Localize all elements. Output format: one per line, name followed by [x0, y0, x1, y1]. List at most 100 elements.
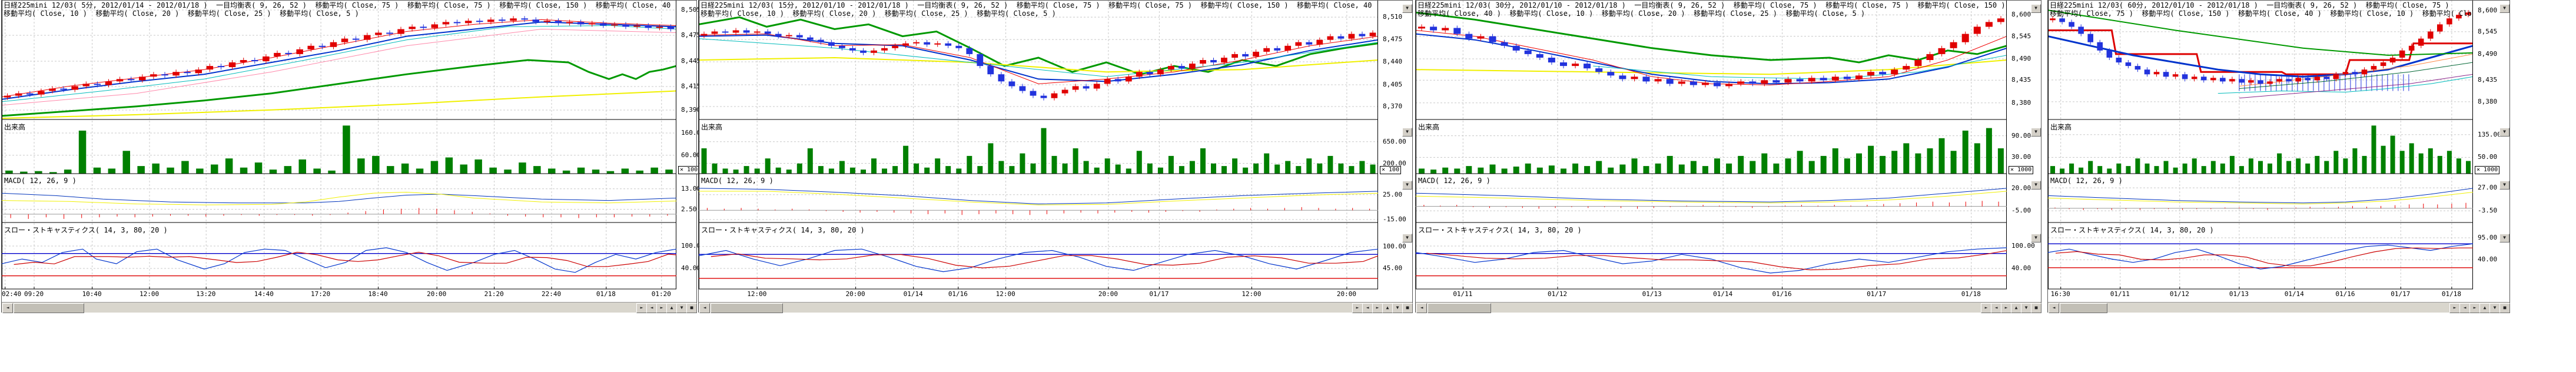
h-scrollbar[interactable]: ◄►◄►▲▼■ — [2, 302, 696, 313]
volume-pane-label: 出来高 — [2050, 122, 2072, 132]
pane-dropdown-button[interactable]: ▼ — [2499, 4, 2509, 13]
chart-tool-button[interactable]: ▲ — [666, 303, 677, 313]
scroll-left-button[interactable]: ◄ — [1416, 303, 1427, 313]
pane-dropdown-button[interactable]: ▼ — [1402, 4, 1412, 13]
time-axis-label: 12:00 — [996, 290, 1015, 298]
chart-canvas — [2048, 1, 2473, 290]
pane-dropdown-button[interactable]: ▼ — [1402, 181, 1412, 190]
time-axis-label: 10:40 — [82, 290, 102, 298]
macd-pane-label: MACD( 12, 26, 9 ) — [4, 177, 77, 185]
h-scrollbar[interactable]: ◄►◄►▲▼■ — [2048, 302, 2509, 313]
scroll-right-button[interactable]: ► — [2449, 303, 2460, 313]
chart-tool-button[interactable]: ▲ — [1382, 303, 1393, 313]
price-axis-label: 8,490 — [2478, 51, 2497, 58]
stoch-axis-label: 100.00 — [1383, 243, 1406, 250]
price-axis-label: 8,545 — [2478, 28, 2497, 35]
time-axis-label: 12:00 — [140, 290, 159, 298]
chart-tool-button[interactable]: ► — [656, 303, 667, 313]
chart-tool-button[interactable]: ► — [2001, 303, 2011, 313]
price-axis-label: 8,405 — [1383, 81, 1402, 88]
volume-axis-label: 50.00 — [2478, 154, 2497, 161]
macd-axis-label: 27.00 — [2478, 184, 2497, 191]
chart-window-15min: 12:0020:0001/1401/1612:0020:0001/1712:00… — [698, 0, 1413, 313]
time-axis-label: 01/18 — [2442, 290, 2461, 298]
time-axis-label: 01:20 — [652, 290, 671, 298]
time-axis-label: 01/12 — [2170, 290, 2189, 298]
scroll-right-button[interactable]: ► — [1981, 303, 1991, 313]
time-axis-label: 22:40 — [542, 290, 561, 298]
macd-axis-label: 2.50 — [681, 206, 697, 213]
stoch-pane-label: スロー・ストキャスティクス( 14, 3, 80, 20 ) — [1418, 225, 1582, 235]
stoch-pane-label: スロー・ストキャスティクス( 14, 3, 80, 20 ) — [4, 225, 168, 235]
chart-tool-button[interactable]: ■ — [1402, 303, 1413, 313]
time-axis-label: 18:40 — [368, 290, 387, 298]
chart-tool-button[interactable]: ► — [2469, 303, 2480, 313]
pane-dropdown-button[interactable]: ▼ — [1402, 234, 1412, 243]
macd-axis-label: 20.00 — [2011, 185, 2031, 192]
price-axis-label: 8,435 — [2011, 77, 2031, 84]
pane-dropdown-button[interactable]: ▼ — [2031, 181, 2041, 190]
chart-tool-button[interactable]: ◄ — [1362, 303, 1373, 313]
volume-axis-label: 30.00 — [2011, 154, 2031, 161]
volume-axis-label: 650.00 — [1383, 138, 1406, 145]
chart-tool-button[interactable]: ▲ — [2479, 303, 2490, 313]
scrollbar-thumb[interactable] — [1428, 303, 1491, 313]
volume-unit-box: × 100 — [1380, 166, 1401, 174]
time-axis-label: 12:00 — [1241, 290, 1261, 298]
time-axis-label: 01/17 — [1867, 290, 1886, 298]
chart-tool-button[interactable]: ▼ — [1392, 303, 1403, 313]
time-axis-label: 01/14 — [1713, 290, 1732, 298]
volume-pane-label: 出来高 — [4, 122, 25, 132]
price-axis-label: 8,475 — [1383, 36, 1402, 43]
chart-tool-button[interactable]: ◄ — [1991, 303, 2001, 313]
time-axis-label: 20:00 — [427, 290, 446, 298]
scroll-right-button[interactable]: ► — [1352, 303, 1363, 313]
chart-tool-button[interactable]: ▼ — [2489, 303, 2500, 313]
time-axis-label: 16:30 — [2051, 290, 2070, 298]
scroll-left-button[interactable]: ◄ — [2, 303, 13, 313]
chart-tool-button[interactable]: ■ — [686, 303, 697, 313]
stoch-axis-label: 45.00 — [1383, 265, 1402, 272]
chart-canvas — [2, 1, 676, 290]
price-axis-label: 8,545 — [2011, 33, 2031, 40]
price-axis-label: 8,370 — [1383, 103, 1402, 110]
value-axis: 8,5108,4758,4408,4058,370650.00200.0025.… — [1378, 1, 1412, 290]
pane-dropdown-button[interactable]: ▼ — [2499, 234, 2509, 243]
chart-tool-button[interactable]: ► — [1372, 303, 1383, 313]
chart-tool-button[interactable]: ◄ — [2459, 303, 2470, 313]
value-axis: 8,5058,4758,4458,4158,390160.0060.0013.0… — [676, 1, 696, 290]
chart-tool-button[interactable]: ▲ — [2011, 303, 2021, 313]
h-scrollbar[interactable]: ◄►◄►▲▼■ — [699, 302, 1412, 313]
pane-dropdown-button[interactable]: ▼ — [2031, 234, 2041, 243]
stoch-axis-label: 40.00 — [2478, 256, 2497, 263]
pane-dropdown-button[interactable]: ▼ — [2499, 128, 2509, 137]
scroll-left-button[interactable]: ◄ — [2049, 303, 2059, 313]
stoch-pane-label: スロー・ストキャスティクス( 14, 3, 80, 20 ) — [701, 225, 865, 235]
chart-tool-button[interactable]: ▼ — [2021, 303, 2031, 313]
chart-tool-button[interactable]: ■ — [2031, 303, 2041, 313]
pane-dropdown-button[interactable]: ▼ — [2031, 128, 2041, 137]
scrollbar-thumb[interactable] — [14, 303, 84, 313]
time-axis-label: 01/16 — [2335, 290, 2355, 298]
chart-window-30min: 01/1101/1201/1301/1401/1601/1701/18日経225… — [1415, 0, 2041, 313]
price-axis-label: 8,380 — [2478, 98, 2497, 105]
pane-dropdown-button[interactable]: ▼ — [2031, 4, 2041, 13]
chart-tool-button[interactable]: ▼ — [676, 303, 687, 313]
scrollbar-thumb[interactable] — [711, 303, 783, 313]
macd-axis-label: -3.50 — [2478, 207, 2497, 214]
scroll-left-button[interactable]: ◄ — [699, 303, 710, 313]
pane-dropdown-button[interactable]: ▼ — [2499, 181, 2509, 190]
time-axis-label: 20:00 — [846, 290, 865, 298]
h-scrollbar[interactable]: ◄►◄►▲▼■ — [1416, 302, 2041, 313]
volume-unit-box: × 100 — [678, 166, 699, 174]
scrollbar-thumb[interactable] — [2060, 303, 2107, 313]
scroll-right-button[interactable]: ► — [636, 303, 647, 313]
chart-tool-button[interactable]: ◄ — [646, 303, 657, 313]
stoch-axis-label: 40.00 — [2011, 265, 2031, 272]
chart-tool-button[interactable]: ■ — [2499, 303, 2510, 313]
time-axis-label: 01/11 — [2110, 290, 2130, 298]
pane-dropdown-button[interactable]: ▼ — [1402, 128, 1412, 137]
chart-canvas — [1416, 1, 2007, 290]
macd-pane-label: MACD( 12, 26, 9 ) — [2050, 177, 2123, 185]
time-axis-label: 13:20 — [196, 290, 215, 298]
